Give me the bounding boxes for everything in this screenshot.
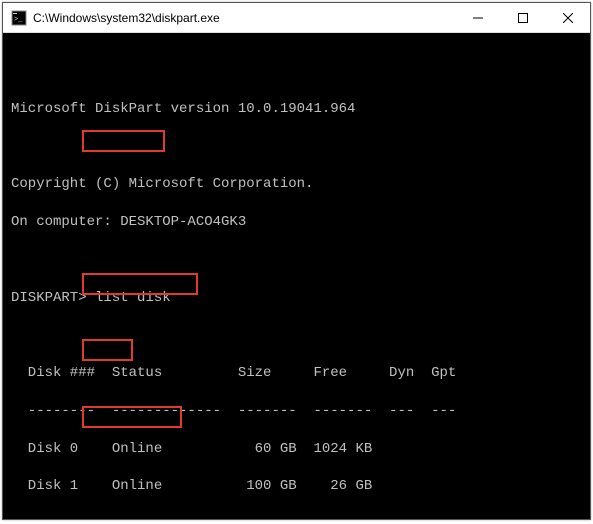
svg-text:>_: >_: [14, 16, 23, 24]
disk-table-row: Disk 0 Online 60 GB 1024 KB: [11, 440, 582, 459]
command-text: list disk: [95, 290, 171, 306]
prompt-line-1: DISKPART> list disk: [11, 289, 582, 308]
disk-table-header: Disk ### Status Size Free Dyn Gpt: [11, 364, 582, 383]
blank-line: [11, 515, 582, 519]
titlebar[interactable]: >_ C:\Windows\system32\diskpart.exe: [3, 3, 590, 33]
maximize-button[interactable]: [500, 3, 545, 32]
blank-line: [11, 137, 582, 156]
computer-line: On computer: DESKTOP-ACO4GK3: [11, 213, 582, 232]
disk-table-row: Disk 1 Online 100 GB 26 GB: [11, 477, 582, 496]
minimize-button[interactable]: [455, 3, 500, 32]
app-icon: >_: [11, 10, 27, 26]
close-button[interactable]: [545, 3, 590, 32]
terminal-area[interactable]: Microsoft DiskPart version 10.0.19041.96…: [3, 33, 590, 519]
prompt: DISKPART>: [11, 290, 87, 306]
copyright-line: Copyright (C) Microsoft Corporation.: [11, 175, 582, 194]
version-line: Microsoft DiskPart version 10.0.19041.96…: [11, 100, 582, 119]
blank-line: [11, 326, 582, 345]
window-title: C:\Windows\system32\diskpart.exe: [33, 11, 455, 25]
window-frame: >_ C:\Windows\system32\diskpart.exe Micr…: [2, 2, 591, 520]
disk-table-divider: -------- ------------- ------- ------- -…: [11, 402, 582, 421]
blank-line: [11, 62, 582, 81]
blank-line: [11, 251, 582, 270]
